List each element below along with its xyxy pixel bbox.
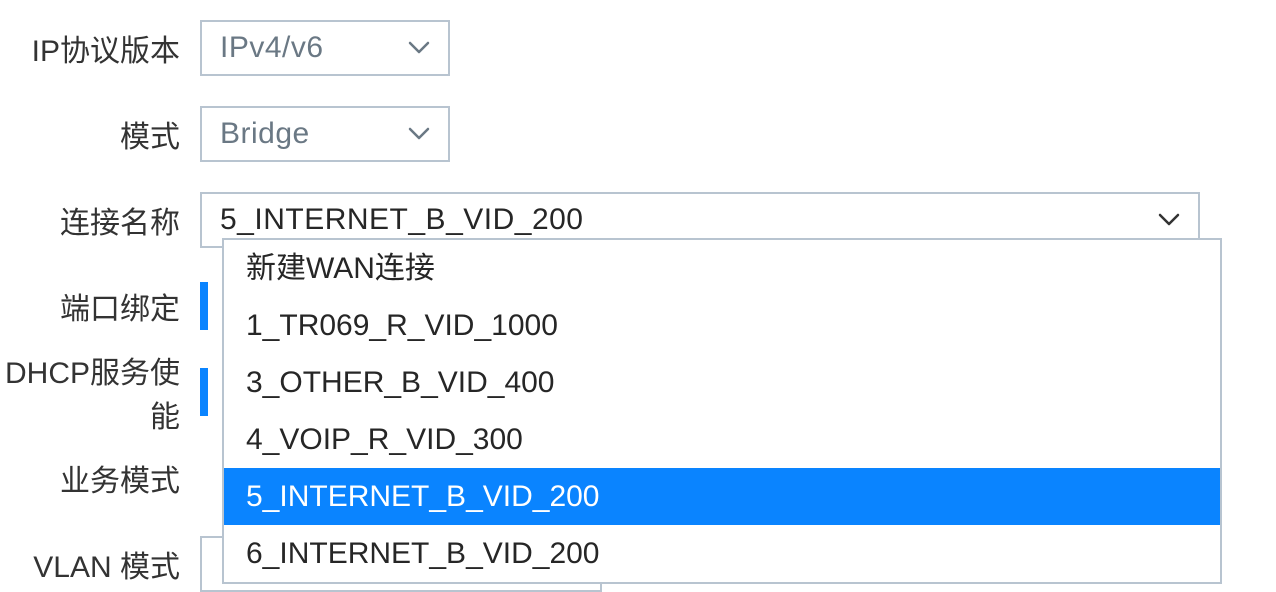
chevron-down-icon (408, 41, 430, 55)
dropdown-option-internet-5[interactable]: 5_INTERNET_B_VID_200 (224, 468, 1220, 525)
blue-indicator-bar (200, 282, 208, 330)
blue-indicator-bar (200, 368, 208, 416)
row-mode: 模式 Bridge (0, 106, 1276, 162)
select-mode-value: Bridge (220, 117, 310, 151)
label-ip-protocol: IP协议版本 (0, 26, 200, 70)
field-port-bind (200, 282, 216, 330)
dropdown-option-voip[interactable]: 4_VOIP_R_VID_300 (224, 411, 1220, 468)
dropdown-option-tr069[interactable]: 1_TR069_R_VID_1000 (224, 297, 1220, 354)
label-mode: 模式 (0, 112, 200, 156)
dropdown-option-other[interactable]: 3_OTHER_B_VID_400 (224, 354, 1220, 411)
label-dhcp-enable: DHCP服务使能 (0, 348, 200, 436)
select-ip-protocol[interactable]: IPv4/v6 (200, 20, 450, 76)
label-port-bind: 端口绑定 (0, 284, 200, 328)
chevron-down-icon (1158, 213, 1180, 227)
label-vlan-mode: VLAN 模式 (0, 542, 200, 586)
dropdown-option-internet-6[interactable]: 6_INTERNET_B_VID_200 (224, 525, 1220, 582)
dropdown-option-new-wan[interactable]: 新建WAN连接 (224, 240, 1220, 297)
select-mode[interactable]: Bridge (200, 106, 450, 162)
chevron-down-icon (408, 127, 430, 141)
field-dhcp-enable (200, 368, 216, 416)
label-service-mode: 业务模式 (0, 456, 200, 500)
label-conn-name: 连接名称 (0, 198, 200, 242)
row-ip-protocol: IP协议版本 IPv4/v6 (0, 20, 1276, 76)
conn-name-dropdown[interactable]: 新建WAN连接 1_TR069_R_VID_1000 3_OTHER_B_VID… (222, 238, 1222, 584)
select-conn-name-value: 5_INTERNET_B_VID_200 (220, 203, 584, 237)
select-ip-protocol-value: IPv4/v6 (220, 31, 324, 65)
